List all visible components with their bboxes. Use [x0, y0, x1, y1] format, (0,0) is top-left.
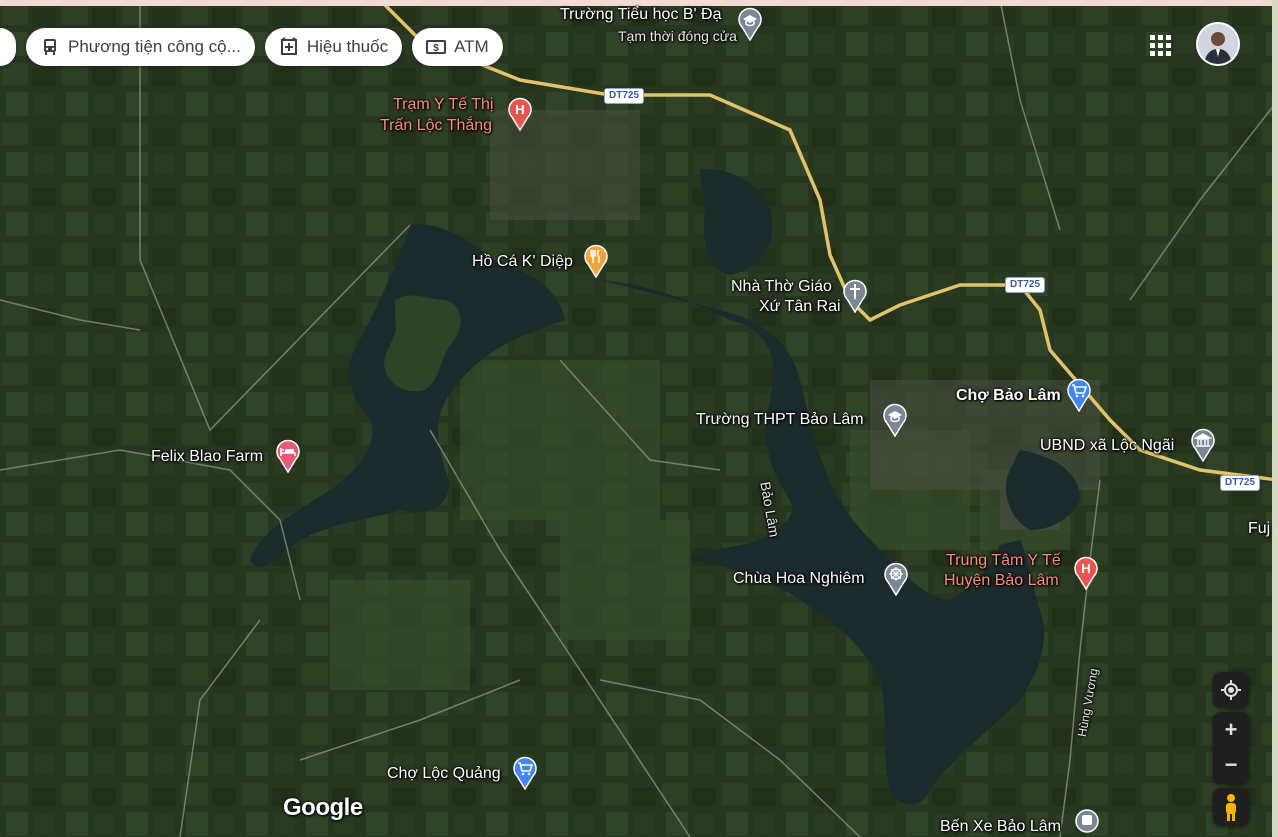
place-label-trung-tam-line2: Huyện Bảo Lâm — [944, 572, 1059, 589]
zoom-in-button[interactable]: + — [1213, 712, 1249, 748]
place-label-cho-loc-quang[interactable]: Chợ Lộc Quảng — [387, 764, 501, 784]
street-view-pegman[interactable] — [1213, 788, 1249, 826]
school-icon[interactable] — [882, 403, 908, 437]
road-shield-dt725: DT725 — [1220, 475, 1261, 491]
google-logo: Google — [283, 794, 363, 821]
zoom-out-button[interactable]: − — [1213, 748, 1249, 784]
place-label-ben-xe[interactable]: Bến Xe Bảo Lâm — [940, 817, 1061, 837]
filter-chip-pharmacy[interactable]: Hiệu thuốc — [264, 28, 403, 66]
place-label-thpt[interactable]: Trường THPT Bảo Lâm — [696, 410, 864, 430]
filter-chip-label: Hiệu thuốc — [306, 37, 389, 56]
school-icon[interactable] — [737, 7, 763, 41]
my-location-button[interactable] — [1213, 672, 1249, 708]
hospital-icon[interactable]: H — [1073, 556, 1099, 590]
filter-chip-transit[interactable]: Phương tiện công cộ... — [26, 28, 255, 66]
hotel-icon[interactable] — [275, 439, 301, 473]
my-location-icon — [1221, 680, 1241, 700]
place-label-chua[interactable]: Chùa Hoa Nghiêm — [733, 569, 865, 589]
filter-chip-label: ATM — [454, 37, 489, 56]
place-label-nha-tho-line2: Xứ Tân Rai — [759, 298, 841, 315]
avatar[interactable] — [1198, 24, 1238, 64]
place-label-ubnd[interactable]: UBND xã Lộc Ngãi — [1040, 436, 1174, 456]
svg-text:H: H — [515, 102, 524, 117]
place-label-fuj[interactable]: Fuj — [1248, 519, 1270, 539]
svg-text:H: H — [1081, 561, 1090, 576]
place-status: Tạm thời đóng cửa — [618, 28, 737, 44]
place-label-nha-tho[interactable]: Nhà Thờ Giáo — [731, 277, 832, 297]
place-label-tram-yte-line2: Trấn Lộc Thắng — [380, 117, 493, 134]
place-label-cho-bao-lam[interactable]: Chợ Bảo Lâm — [956, 386, 1061, 406]
temple-icon[interactable] — [883, 562, 909, 596]
filter-chip-label: Phương tiện công cộ... — [68, 37, 241, 56]
government-icon[interactable] — [1190, 428, 1216, 462]
hospital-icon[interactable]: H — [507, 97, 533, 131]
place-label-trung-tam[interactable]: Trung Tâm Y Tế — [946, 551, 1061, 571]
place-label-school-bda[interactable]: Trường Tiểu học B' Đạ — [560, 5, 722, 25]
road-shield-dt725: DT725 — [604, 88, 645, 104]
filter-chip-atm[interactable]: $ ATM — [412, 28, 503, 66]
zoom-controls: + − — [1213, 712, 1249, 784]
place-label-tram-yte[interactable]: Trạm Y Tế Thị — [393, 95, 493, 115]
pharmacy-icon — [279, 37, 299, 57]
filter-chip-partial[interactable] — [0, 28, 16, 66]
place-label-ho-ca[interactable]: Hồ Cá K' Diệp — [472, 252, 573, 272]
svg-text:$: $ — [433, 43, 439, 54]
bus-station-icon[interactable] — [1074, 808, 1100, 837]
filter-chip-bar: Phương tiện công cộ... Hiệu thuốc $ ATM — [0, 28, 503, 66]
apps-grid-icon[interactable] — [1148, 33, 1174, 59]
restaurant-icon[interactable] — [583, 244, 609, 278]
shopping-cart-icon[interactable] — [512, 756, 538, 790]
church-icon[interactable] — [842, 279, 868, 313]
pegman-icon — [1226, 794, 1236, 821]
transit-icon — [40, 37, 60, 57]
place-label-felix[interactable]: Felix Blao Farm — [151, 447, 263, 467]
road-shield-dt725: DT725 — [1005, 277, 1046, 293]
shopping-cart-icon[interactable] — [1066, 378, 1092, 412]
atm-icon: $ — [426, 37, 447, 57]
right-edge — [1272, 0, 1278, 837]
